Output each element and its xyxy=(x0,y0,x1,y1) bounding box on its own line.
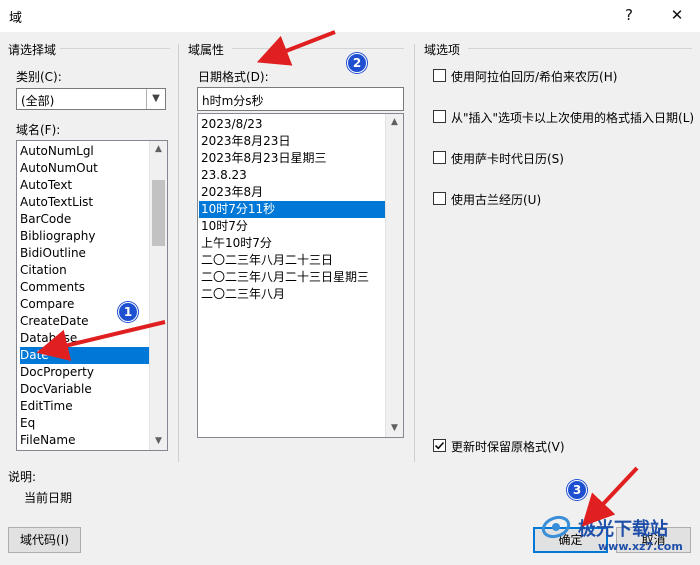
annotation-badge-3: 3 xyxy=(567,480,587,500)
arrow-2 xyxy=(256,30,336,66)
annotation-badge-2: 2 xyxy=(347,53,367,73)
annotation-arrows xyxy=(36,30,639,527)
annotation-badge-1: 1 xyxy=(118,302,138,322)
arrow-1 xyxy=(36,320,166,361)
arrow-3 xyxy=(581,466,639,527)
